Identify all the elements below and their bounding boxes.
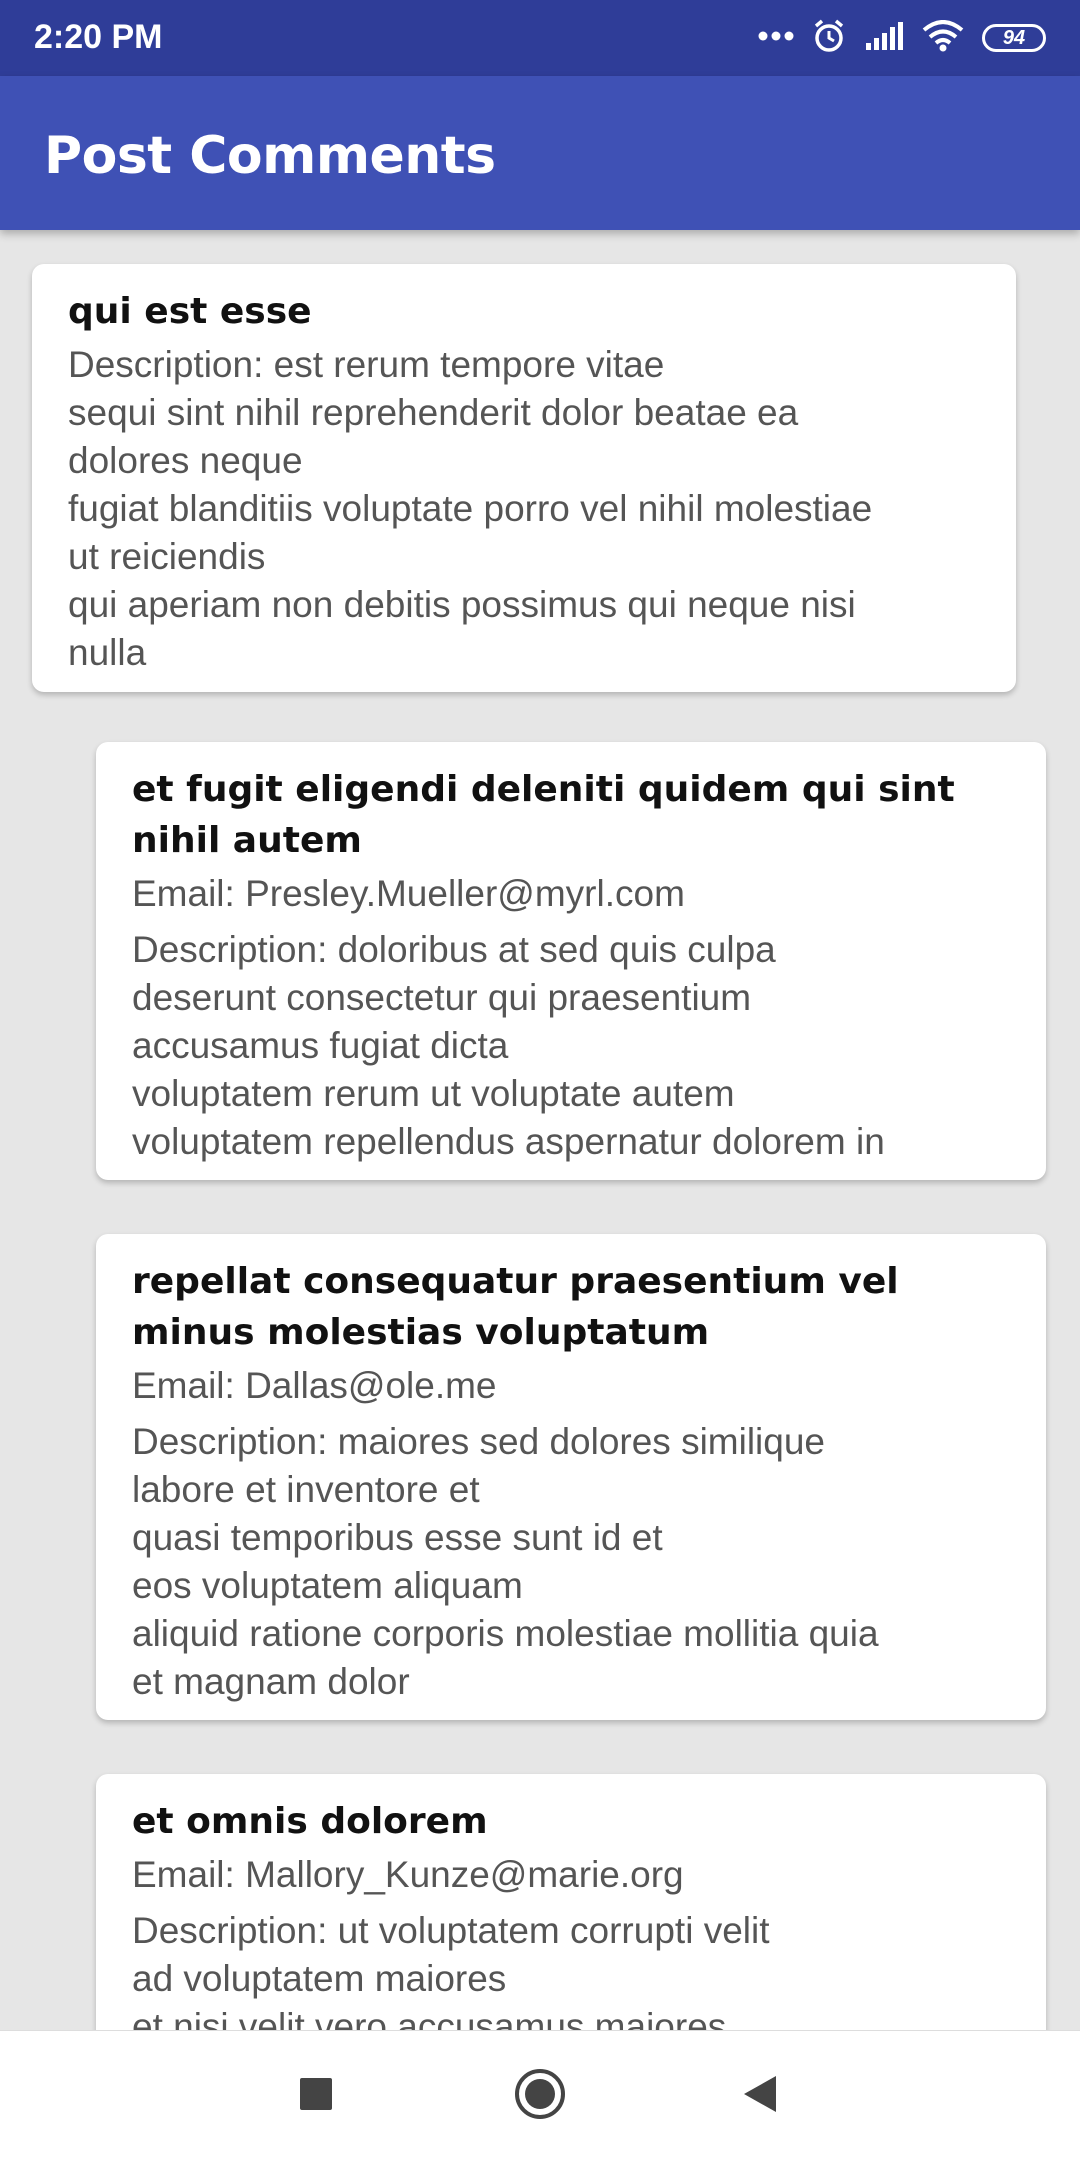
signal-icon [864, 21, 904, 56]
alarm-icon [812, 18, 846, 59]
comment-card[interactable]: et fugit eligendi deleniti quidem qui si… [96, 742, 1046, 1180]
battery-icon: 94 [982, 24, 1046, 52]
comment-title: et fugit eligendi deleniti quidem qui si… [132, 769, 955, 861]
comments-list[interactable]: qui est esse Description: est rerum temp… [0, 230, 1080, 2030]
status-icons: 94 [758, 14, 1046, 62]
home-circle-icon [514, 2068, 566, 2125]
back-triangle-icon [743, 2075, 777, 2118]
recents-square-icon [299, 2077, 333, 2116]
comment-email: Email: Dallas@ole.me [132, 1365, 497, 1406]
post-card[interactable]: qui est esse Description: est rerum temp… [32, 264, 1016, 692]
dots-icon [758, 29, 794, 47]
status-bar: 2:20 PM 94 [0, 0, 1080, 76]
comment-description: Description: ut voluptatem corrupti veli… [132, 1910, 770, 2030]
recents-button[interactable] [281, 2061, 351, 2131]
comment-title: repellat consequatur praesentium vel min… [132, 1261, 899, 1353]
comment-description: Description: maiores sed dolores similiq… [132, 1421, 879, 1702]
back-button[interactable] [725, 2061, 795, 2131]
status-time: 2:20 PM [34, 18, 163, 56]
comment-email: Email: Mallory_Kunze@marie.org [132, 1854, 684, 1895]
comment-card[interactable]: et omnis dolorem Email: Mallory_Kunze@ma… [96, 1774, 1046, 2030]
comment-card[interactable]: repellat consequatur praesentium vel min… [96, 1234, 1046, 1720]
app-bar: Post Comments [0, 76, 1080, 230]
post-title: qui est esse [68, 291, 312, 332]
home-button[interactable] [505, 2061, 575, 2131]
comment-title: et omnis dolorem [132, 1801, 488, 1842]
comment-email: Email: Presley.Mueller@myrl.com [132, 873, 685, 914]
comment-description: Description: doloribus at sed quis culpa… [132, 929, 885, 1162]
page-title: Post Comments [44, 126, 496, 186]
navigation-bar [0, 2030, 1080, 2161]
wifi-icon [922, 19, 964, 57]
post-description: Description: est rerum tempore vitae seq… [68, 344, 873, 673]
